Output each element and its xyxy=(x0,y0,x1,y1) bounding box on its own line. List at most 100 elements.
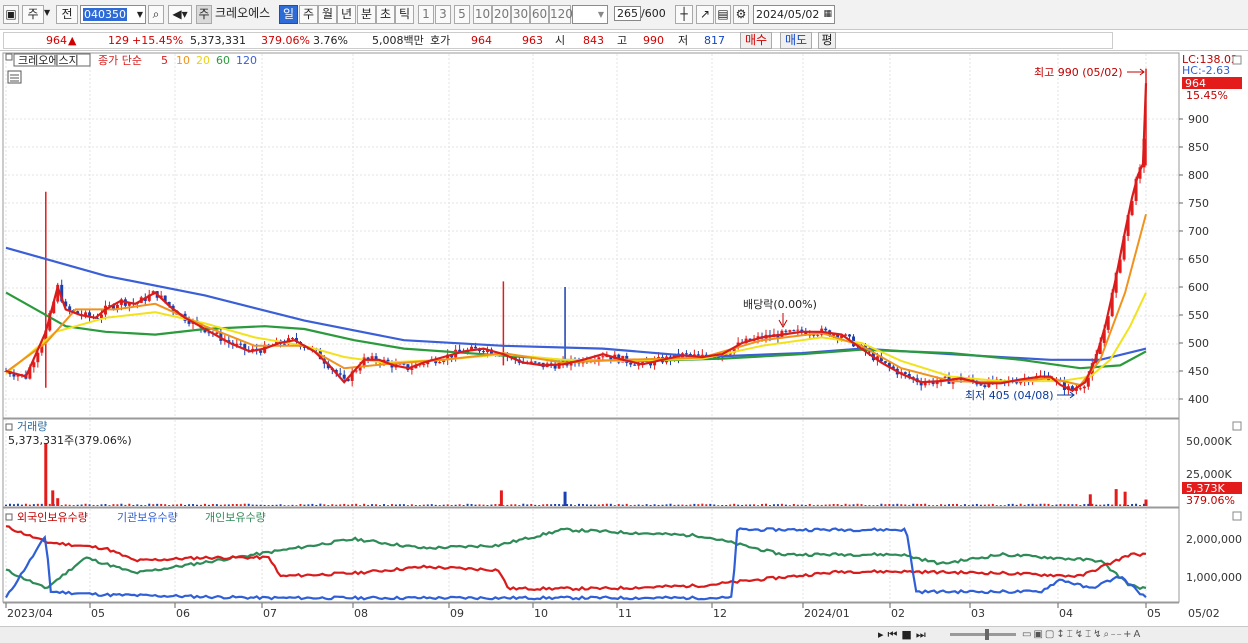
volume-bar xyxy=(816,504,819,506)
volume-bar xyxy=(955,503,958,506)
stock-code-input[interactable]: 040350 ▼ xyxy=(80,5,146,24)
ma5-legend: 5 xyxy=(161,54,168,67)
interval-30[interactable]: 30 xyxy=(511,5,530,24)
price-panel-close-icon[interactable] xyxy=(1232,55,1242,65)
volume-bar xyxy=(112,504,115,506)
volume-bar xyxy=(219,504,222,506)
stock-name-label: 크레오에스지 xyxy=(18,54,79,67)
volume-bar xyxy=(1131,504,1134,506)
volume-bar xyxy=(343,503,346,506)
volume-bar xyxy=(558,504,561,506)
volume-bar xyxy=(673,504,676,506)
interval-dropdown[interactable]: ▼ xyxy=(572,5,608,24)
volume-bar xyxy=(693,503,696,506)
interval-10[interactable]: 10 xyxy=(473,5,492,24)
volume-bar xyxy=(1003,505,1006,506)
volume-toggle-icon[interactable] xyxy=(5,423,13,431)
volume-bar xyxy=(120,503,123,506)
volume-bar xyxy=(888,503,891,506)
save-icon[interactable]: ▤ xyxy=(715,5,731,24)
volume-bar xyxy=(761,504,764,506)
volume-bar xyxy=(243,503,246,506)
volume-bar xyxy=(132,504,135,506)
volume-title: 거래량 xyxy=(17,420,47,433)
scroll-controls[interactable]: ▸⏮■⏭ xyxy=(878,627,948,642)
zoom-slider-handle[interactable] xyxy=(985,629,989,640)
tab-minute[interactable]: 분 xyxy=(357,5,376,24)
volume-bar xyxy=(852,504,855,506)
volume-bar xyxy=(275,504,278,506)
volume-bar xyxy=(633,504,636,506)
data-count[interactable]: 265/600 xyxy=(612,5,666,24)
holding-panel-close-icon[interactable] xyxy=(1232,511,1242,521)
tab-tick[interactable]: 틱 xyxy=(395,5,414,24)
volume-bar xyxy=(589,504,592,506)
search-icon[interactable]: ⌕ xyxy=(148,5,164,24)
volume-bar xyxy=(458,504,461,506)
date-tick-label: 10 xyxy=(534,607,548,620)
interval-1[interactable]: 1 xyxy=(418,5,434,24)
footer-tool-icons[interactable]: ▭▣▢↕⌶↯⌶↯⌕⎯⎯+A xyxy=(1022,627,1142,642)
interval-60[interactable]: 60 xyxy=(530,5,549,24)
holding-toggle-icon[interactable] xyxy=(5,513,13,521)
volume-bar xyxy=(20,504,23,506)
interval-120[interactable]: 120 xyxy=(549,5,573,24)
candle-body xyxy=(784,330,788,332)
interval-20[interactable]: 20 xyxy=(492,5,511,24)
gear-icon[interactable]: ⚙ xyxy=(733,5,749,24)
volume-bar xyxy=(713,504,716,506)
volume-bar xyxy=(514,504,517,506)
eval-button[interactable]: 평 xyxy=(818,32,836,49)
volume-bar xyxy=(104,504,107,506)
volume-bar xyxy=(709,503,712,506)
calendar-icon[interactable]: ▦ xyxy=(823,6,832,23)
volume-bar xyxy=(657,504,660,506)
volume-bar xyxy=(12,504,15,506)
tab-second[interactable]: 초 xyxy=(376,5,395,24)
quote-bar: 964 ▲ 129 +15.45% 5,373,331 379.06% 3.76… xyxy=(0,30,1248,51)
volume-bar xyxy=(729,504,732,506)
volume-bar xyxy=(900,504,903,506)
tab-year[interactable]: 년 xyxy=(337,5,356,24)
volume-bar xyxy=(450,504,453,506)
zoom-slider[interactable] xyxy=(950,633,1016,636)
buy-button[interactable]: 매수 xyxy=(740,32,772,49)
volume-bar xyxy=(550,504,553,506)
volume-bar xyxy=(637,504,640,506)
panel-toggle-icon[interactable] xyxy=(5,53,13,61)
candle-body xyxy=(1078,388,1082,390)
volume-bar xyxy=(1119,504,1122,506)
week-dropdown-icon[interactable]: ▼ xyxy=(44,8,50,17)
date-input[interactable]: 2024/05/02 ▦ xyxy=(753,5,835,24)
tab-day[interactable]: 일 xyxy=(279,5,298,24)
stock-name-button[interactable]: 주 xyxy=(196,5,212,24)
hc-label: HC:-2.63 xyxy=(1182,64,1230,77)
volume-bar xyxy=(490,504,493,506)
volume-panel-close-icon[interactable] xyxy=(1232,421,1242,431)
candle-body xyxy=(983,385,987,388)
indicator-icon[interactable]: ↗ xyxy=(696,5,714,24)
volume-bar xyxy=(1111,504,1114,506)
volume-bar xyxy=(355,503,358,506)
volume-spike-bar xyxy=(1088,494,1092,506)
tab-week[interactable]: 주 xyxy=(299,5,318,24)
candle-body xyxy=(338,373,342,375)
stock-chart[interactable]: 크레오에스지 종가 단순 5 10 20 60 120 최고 990 (05/0… xyxy=(0,51,1248,626)
candle-type-icon[interactable]: ┼ xyxy=(675,5,693,24)
prev-button[interactable]: 전 xyxy=(56,5,78,24)
volume-bar xyxy=(152,504,155,506)
week-button[interactable]: 주 xyxy=(22,5,44,24)
volume-bar xyxy=(188,504,191,506)
window-icon[interactable]: ▣ xyxy=(3,5,19,24)
volume-bar xyxy=(880,503,883,506)
sell-button[interactable]: 매도 xyxy=(780,32,812,49)
tab-month[interactable]: 월 xyxy=(318,5,337,24)
price-change: 129 xyxy=(108,34,129,47)
volume-bar xyxy=(780,503,783,506)
price-tick-label: 800 xyxy=(1188,169,1209,182)
speaker-icon[interactable]: ◀▾ xyxy=(168,5,192,24)
volume-bar xyxy=(741,504,744,506)
interval-5[interactable]: 5 xyxy=(454,5,470,24)
interval-3[interactable]: 3 xyxy=(435,5,451,24)
volume-bar xyxy=(884,504,887,506)
